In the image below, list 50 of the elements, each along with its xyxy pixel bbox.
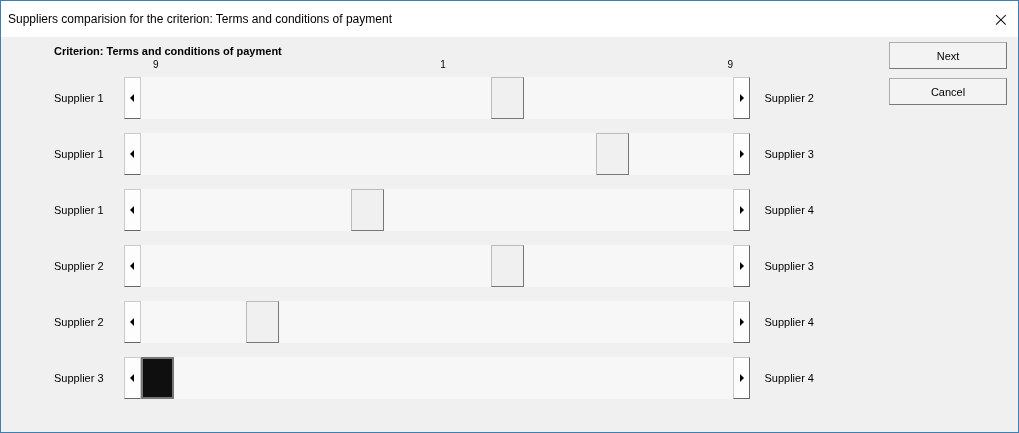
supplier-label: Supplier 1 (54, 148, 105, 160)
slider-thumb[interactable] (595, 133, 629, 175)
supplier-label: Supplier 3 (764, 260, 814, 272)
supplier-label: Supplier 1 (54, 204, 105, 216)
right-arrow-icon (739, 206, 744, 214)
scroll-right-button[interactable] (733, 133, 751, 175)
scroll-left-button[interactable] (123, 133, 141, 175)
left-arrow-icon (130, 150, 135, 158)
slider-thumb[interactable] (490, 77, 524, 119)
supplier-label: Supplier 3 (764, 148, 814, 160)
left-arrow-icon (130, 318, 135, 326)
supplier-label: Supplier 4 (764, 204, 814, 216)
supplier-label: Supplier 4 (764, 316, 814, 328)
slider-thumb[interactable] (350, 189, 384, 231)
slider-thumb[interactable] (140, 357, 174, 399)
scroll-right-button[interactable] (733, 301, 751, 343)
supplier-label: Supplier 3 (54, 372, 105, 384)
left-arrow-icon (130, 262, 135, 270)
scroll-left-button[interactable] (123, 245, 141, 287)
scroll-left-button[interactable] (123, 77, 141, 119)
left-arrow-icon (130, 374, 135, 382)
scale-label: 9 (727, 59, 733, 71)
window-title: Suppliers comparision for the criterion: Terms and conditions of payment (8, 12, 392, 26)
supplier-label: Supplier 2 (764, 92, 814, 104)
slider-thumb[interactable] (245, 301, 279, 343)
supplier-label: Supplier 2 (54, 260, 105, 272)
scale-label: 1 (440, 59, 446, 71)
scroll-left-button[interactable] (123, 189, 141, 231)
supplier-label: Supplier 2 (54, 316, 105, 328)
supplier-label: Supplier 1 (54, 92, 105, 104)
right-arrow-icon (739, 374, 744, 382)
close-button[interactable]: × (984, 4, 1018, 34)
scroll-right-button[interactable] (733, 245, 751, 287)
scale-label: 9 (153, 59, 159, 71)
right-arrow-icon (739, 94, 744, 102)
next-button[interactable]: Next (889, 42, 1007, 69)
criterion-label: Criterion: Terms and conditions of payment (54, 45, 283, 59)
scroll-left-button[interactable] (123, 357, 141, 399)
supplier-label: Supplier 4 (764, 372, 814, 384)
right-arrow-icon (739, 318, 744, 326)
left-arrow-icon (130, 206, 135, 214)
right-arrow-icon (739, 150, 744, 158)
cancel-button[interactable]: Cancel (889, 78, 1007, 105)
scroll-left-button[interactable] (123, 301, 141, 343)
right-arrow-icon (739, 262, 744, 270)
scroll-right-button[interactable] (733, 357, 751, 399)
scroll-right-button[interactable] (733, 189, 751, 231)
scroll-right-button[interactable] (733, 77, 751, 119)
left-arrow-icon (130, 94, 135, 102)
slider-thumb[interactable] (490, 245, 524, 287)
